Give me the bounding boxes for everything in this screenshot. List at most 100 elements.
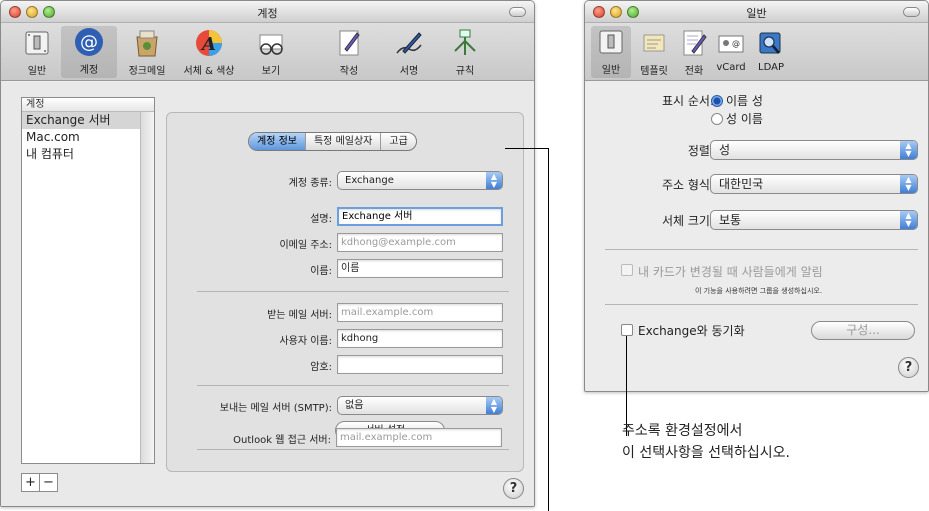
switch-icon [25, 31, 49, 55]
toolbar-composing[interactable]: 작성 [321, 27, 377, 77]
divider [605, 304, 918, 305]
radio-selected-icon [711, 95, 723, 107]
radio-last-first[interactable]: 성 이름 [711, 110, 763, 127]
general-pane: 표시 순서: 이름 성 성 이름 정렬: 성 ▲ ▼ 주소 형식: 대한민국 ▲ ▼… [585, 82, 928, 391]
toolbar-viewing[interactable]: 보기 [243, 27, 299, 77]
divider [197, 291, 509, 292]
mail-titlebar: 계정 [1, 1, 534, 23]
toolbar-fonts-colors[interactable]: A 서체 & 색상 [181, 27, 237, 77]
toolbar-ldap[interactable]: LDAP [751, 27, 791, 73]
sort-value: 성 [719, 143, 731, 157]
tab-special-mailboxes[interactable]: 특정 메일상자 [306, 133, 382, 150]
remove-account-button[interactable]: − [40, 474, 57, 491]
popup-arrows-icon: ▲ ▼ [900, 141, 917, 159]
description-row: 설명: Exchange 서버 [167, 207, 525, 227]
toolbar-rules[interactable]: 규칙 [437, 27, 493, 77]
divider [197, 449, 509, 450]
username-row: 사용자 이름: kdhong [167, 329, 525, 349]
toolbar-vcard[interactable]: @ vCard [711, 27, 751, 73]
configure-button[interactable]: 구성... [811, 321, 915, 340]
account-settings-group: 계정 정보 특정 메일상자 고급 계정 종류: Exchange ▲ ▼ 설명: … [166, 112, 524, 472]
account-row-exchange[interactable]: Exchange 서버 [22, 112, 154, 129]
incoming-server-row: 받는 메일 서버: mail.example.com [167, 303, 525, 323]
password-field[interactable] [337, 355, 503, 374]
address-format-value: 대한민국 [719, 177, 764, 191]
toolbar-label: 정크메일 [128, 66, 166, 77]
popup-arrows-icon: ▲ ▼ [486, 172, 502, 189]
popup-arrows-icon: ▲ ▼ [900, 175, 917, 193]
name-label: 이름: [310, 266, 332, 277]
account-row-mac[interactable]: Mac.com [22, 129, 154, 146]
tab-advanced[interactable]: 고급 [381, 133, 415, 150]
font-color-icon: A [196, 30, 222, 56]
account-type-value: Exchange [345, 175, 394, 186]
toolbar-label: 보기 [261, 66, 281, 77]
toolbar-signatures[interactable]: 서명 [381, 27, 437, 77]
ldap-icon [759, 32, 781, 54]
incoming-server-field[interactable]: mail.example.com [337, 303, 503, 322]
at-icon: @ [75, 28, 103, 56]
ab-window-title: 일반 [746, 7, 767, 20]
toolbar-label: 템플릿 [640, 66, 668, 77]
accounts-scrollbar[interactable] [140, 112, 154, 463]
rules-icon [454, 29, 476, 55]
show-order-label: 표시 순서: [661, 94, 714, 108]
email-label: 이메일 주소: [279, 240, 332, 251]
notify-checkbox-label: 내 카드가 변경될 때 사람들에게 알림 [638, 265, 823, 279]
smtp-popup[interactable]: 없음 ▲ ▼ [337, 396, 503, 415]
smtp-row: 보내는 메일 서버 (SMTP): 없음 ▲ ▼ [167, 396, 525, 416]
toolbar-template[interactable]: 템플릿 [631, 27, 677, 77]
notify-checkbox[interactable] [621, 264, 633, 276]
toolbar-label: 일반 [27, 66, 47, 77]
email-row: 이메일 주소: kdhong@example.com [167, 233, 525, 253]
toolbar-label: 작성 [339, 66, 359, 77]
ab-toolbar: 일반 템플릿 전화 @ vCard LDAP [585, 23, 928, 81]
radio-unselected-icon [711, 113, 723, 125]
toolbar-phone[interactable]: 전화 [677, 27, 711, 77]
toolbar-general[interactable]: 일반 [9, 27, 65, 77]
address-format-popup[interactable]: 대한민국 ▲ ▼ [710, 174, 918, 194]
toolbar-label: 규칙 [455, 66, 475, 77]
account-add-remove: + − [21, 473, 58, 492]
accounts-pane: 계정 Exchange 서버 Mac.com 내 컴퓨터 + − ? 계정 정보… [1, 82, 534, 506]
add-account-button[interactable]: + [22, 474, 40, 491]
incoming-server-label: 받는 메일 서버: [267, 310, 332, 321]
username-field[interactable]: kdhong [337, 329, 503, 348]
name-field[interactable]: 이름 [337, 259, 503, 278]
svg-text:@: @ [80, 32, 98, 53]
account-type-popup[interactable]: Exchange ▲ ▼ [337, 171, 503, 190]
email-field[interactable]: kdhong@example.com [337, 233, 503, 252]
owa-row: Outlook 웹 접근 서버: mail.example.com [166, 428, 524, 448]
toolbar-label: 전화 [684, 66, 704, 77]
sync-exchange-checkbox[interactable] [621, 324, 633, 336]
divider [605, 249, 918, 250]
toolbar-general[interactable]: 일반 [591, 26, 631, 78]
sort-popup[interactable]: 성 ▲ ▼ [710, 140, 918, 160]
phone-note-icon [683, 30, 707, 56]
help-button[interactable]: ? [898, 357, 919, 378]
font-size-popup[interactable]: 보통 ▲ ▼ [710, 210, 918, 230]
switch-icon [599, 30, 623, 54]
help-button[interactable]: ? [503, 478, 524, 499]
toolbar-label: 서체 & 색상 [183, 66, 235, 77]
toolbar-accounts[interactable]: @ 계정 [61, 26, 117, 78]
description-field[interactable]: Exchange 서버 [337, 207, 503, 226]
mail-preferences-window: 계정 일반 @ 계정 정크메일 A 서체 & 색상 보기 작성 서명 규칙 계정… [0, 0, 535, 507]
radio-first-last[interactable]: 이름 성 [711, 92, 763, 109]
signature-pen-icon [396, 32, 422, 54]
toolbar-junk[interactable]: 정크메일 [119, 27, 175, 77]
toolbar-label: LDAP [758, 62, 784, 73]
account-row-my-computer[interactable]: 내 컴퓨터 [22, 146, 154, 163]
toolbar-toggle-button[interactable] [509, 7, 526, 17]
toolbar-label: 일반 [601, 65, 621, 76]
tab-account-info[interactable]: 계정 정보 [249, 133, 306, 150]
toolbar-toggle-button[interactable] [903, 7, 920, 17]
font-size-value: 보통 [719, 213, 742, 227]
compose-icon [339, 30, 360, 56]
account-type-label: 계정 종류: [288, 178, 332, 189]
svg-text:@: @ [732, 39, 740, 48]
smtp-value: 없음 [345, 400, 364, 411]
template-icon [643, 34, 665, 52]
mail-toolbar: 일반 @ 계정 정크메일 A 서체 & 색상 보기 작성 서명 규칙 [1, 23, 534, 81]
owa-field[interactable]: mail.example.com [336, 428, 502, 447]
